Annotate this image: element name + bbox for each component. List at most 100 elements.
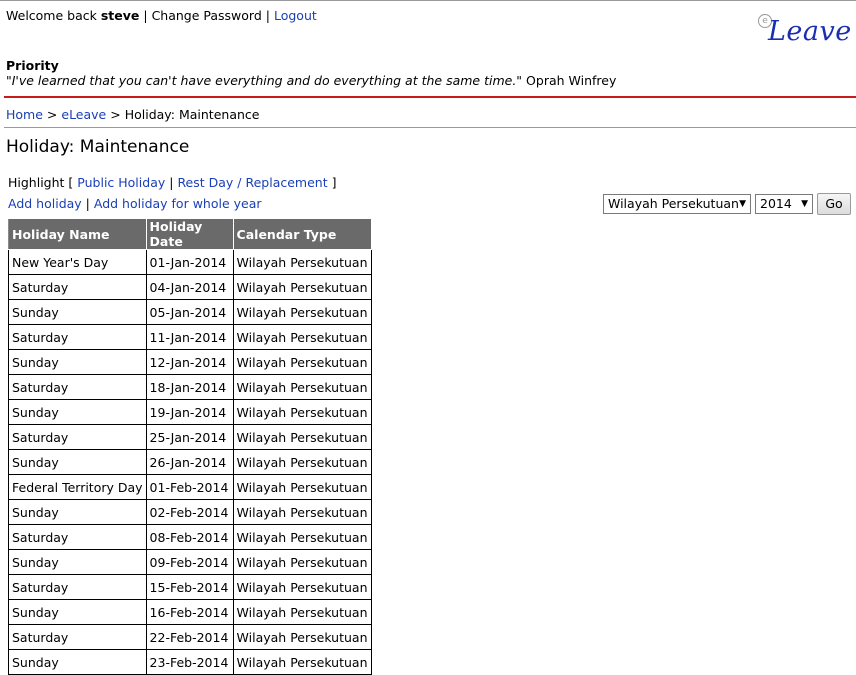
table-row[interactable]: Saturday 22-Feb-2014 Wilayah Persekutuan — [8, 624, 372, 650]
cell-calendar-type: Wilayah Persekutuan — [232, 449, 372, 475]
cell-holiday-date: 18-Jan-2014 — [145, 374, 234, 400]
cell-holiday-name: Sunday — [8, 499, 147, 525]
cell-holiday-name: New Year's Day — [8, 249, 147, 275]
cell-holiday-name: Saturday — [8, 524, 147, 550]
calendar-type-select[interactable]: Wilayah Persekutuan ▼ — [603, 194, 751, 214]
table-row[interactable]: Saturday 25-Jan-2014 Wilayah Persekutuan — [8, 424, 372, 450]
breadcrumb-eleave[interactable]: eLeave — [61, 107, 106, 122]
cell-holiday-date: 01-Feb-2014 — [145, 474, 234, 500]
table-row[interactable]: Sunday 19-Jan-2014 Wilayah Persekutuan — [8, 399, 372, 425]
logout-link[interactable]: Logout — [274, 8, 317, 23]
table-row[interactable]: Saturday 15-Feb-2014 Wilayah Persekutuan — [8, 574, 372, 600]
action-links: Add holiday | Add holiday for whole year — [8, 196, 262, 211]
cell-calendar-type: Wilayah Persekutuan — [232, 424, 372, 450]
page-title: Holiday: Maintenance — [6, 137, 190, 157]
table-row[interactable]: Sunday 12-Jan-2014 Wilayah Persekutuan — [8, 349, 372, 375]
top-border — [0, 0, 856, 1]
cell-holiday-date: 25-Jan-2014 — [145, 424, 234, 450]
cell-holiday-date: 12-Jan-2014 — [145, 349, 234, 375]
breadcrumb-divider — [4, 127, 856, 128]
cell-calendar-type: Wilayah Persekutuan — [232, 349, 372, 375]
username: steve — [100, 8, 140, 23]
table-row[interactable]: Saturday 08-Feb-2014 Wilayah Persekutuan — [8, 524, 372, 550]
table-row[interactable]: Sunday 26-Jan-2014 Wilayah Persekutuan — [8, 449, 372, 475]
cell-holiday-name: Sunday — [8, 449, 147, 475]
add-holiday-link[interactable]: Add holiday — [8, 196, 82, 211]
table-row[interactable]: Saturday 11-Jan-2014 Wilayah Persekutuan — [8, 324, 372, 350]
cell-calendar-type: Wilayah Persekutuan — [232, 324, 372, 350]
cell-holiday-date: 04-Jan-2014 — [145, 274, 234, 300]
cell-holiday-name: Sunday — [8, 299, 147, 325]
rest-day-link[interactable]: Rest Day / Replacement — [177, 175, 327, 190]
cell-holiday-date: 09-Feb-2014 — [145, 549, 234, 575]
cell-holiday-name: Saturday — [8, 574, 147, 600]
separator: | — [169, 175, 174, 190]
table-row[interactable]: Saturday 04-Jan-2014 Wilayah Persekutuan — [8, 274, 372, 300]
breadcrumb: Home > eLeave > Holiday: Maintenance — [6, 107, 259, 122]
cell-calendar-type: Wilayah Persekutuan — [232, 274, 372, 300]
separator: | — [265, 8, 270, 23]
column-header-holiday-date[interactable]: Holiday Date — [145, 218, 234, 250]
eleave-logo: e Leave — [756, 12, 851, 52]
cell-holiday-name: Sunday — [8, 349, 147, 375]
cell-calendar-type: Wilayah Persekutuan — [232, 249, 372, 275]
table-row[interactable]: Sunday 23-Feb-2014 Wilayah Persekutuan — [8, 649, 372, 675]
highlight-bar: Highlight [ Public Holiday | Rest Day / … — [8, 175, 337, 190]
table-row[interactable]: Sunday 16-Feb-2014 Wilayah Persekutuan — [8, 599, 372, 625]
cell-calendar-type: Wilayah Persekutuan — [232, 299, 372, 325]
priority-quote: "I've learned that you can't have everyt… — [6, 73, 616, 88]
cell-holiday-date: 02-Feb-2014 — [145, 499, 234, 525]
logo-text: Leave — [768, 16, 852, 47]
cell-holiday-date: 01-Jan-2014 — [145, 249, 234, 275]
table-row[interactable]: Federal Territory Day 01-Feb-2014 Wilayah … — [8, 474, 372, 500]
cell-calendar-type: Wilayah Persekutuan — [232, 599, 372, 625]
quote-author: Oprah Winfrey — [526, 73, 617, 88]
public-holiday-link[interactable]: Public Holiday — [77, 175, 165, 190]
cell-holiday-name: Saturday — [8, 624, 147, 650]
year-select[interactable]: 2014 ▼ — [755, 194, 813, 214]
cell-calendar-type: Wilayah Persekutuan — [232, 624, 372, 650]
go-button[interactable]: Go — [817, 193, 851, 215]
table-body: New Year's Day 01-Jan-2014 Wilayah Perseku… — [8, 249, 372, 675]
breadcrumb-current: Holiday: Maintenance — [124, 107, 260, 122]
table-row[interactable]: Sunday 09-Feb-2014 Wilayah Persekutuan — [8, 549, 372, 575]
priority-heading: Priority — [6, 58, 59, 73]
bracket-open: [ — [68, 175, 74, 190]
table-row[interactable]: Sunday 02-Feb-2014 Wilayah Persekutuan — [8, 499, 372, 525]
cell-holiday-name: Sunday — [8, 399, 147, 425]
add-whole-year-link[interactable]: Add holiday for whole year — [94, 196, 262, 211]
quote-text: "I've learned that you can't have everyt… — [6, 73, 523, 88]
column-header-calendar-type[interactable]: Calendar Type — [232, 218, 372, 250]
cell-holiday-name: Saturday — [8, 324, 147, 350]
column-header-holiday-name[interactable]: Holiday Name — [8, 218, 147, 250]
cell-holiday-date: 15-Feb-2014 — [145, 574, 234, 600]
user-bar: Welcome back steve | Change Password | L… — [6, 8, 317, 23]
cell-calendar-type: Wilayah Persekutuan — [232, 549, 372, 575]
breadcrumb-home[interactable]: Home — [6, 107, 43, 122]
cell-holiday-date: 08-Feb-2014 — [145, 524, 234, 550]
dropdown-arrow-icon: ▼ — [739, 199, 746, 209]
cell-calendar-type: Wilayah Persekutuan — [232, 499, 372, 525]
cell-holiday-date: 16-Feb-2014 — [145, 599, 234, 625]
table-header-row: Holiday Name Holiday Date Calendar Type — [8, 218, 372, 250]
table-row[interactable]: Saturday 18-Jan-2014 Wilayah Persekutuan — [8, 374, 372, 400]
welcome-text: Welcome back — [6, 8, 97, 23]
cell-holiday-name: Sunday — [8, 599, 147, 625]
table-row[interactable]: New Year's Day 01-Jan-2014 Wilayah Perseku… — [8, 249, 372, 275]
cell-holiday-name: Sunday — [8, 649, 147, 675]
cell-calendar-type: Wilayah Persekutuan — [232, 524, 372, 550]
cell-holiday-date: 19-Jan-2014 — [145, 399, 234, 425]
cell-calendar-type: Wilayah Persekutuan — [232, 474, 372, 500]
breadcrumb-separator: > — [110, 107, 121, 122]
cell-holiday-name: Saturday — [8, 274, 147, 300]
change-password-link[interactable]: Change Password — [152, 8, 262, 23]
cell-holiday-name: Federal Territory Day — [8, 474, 147, 500]
cell-holiday-name: Saturday — [8, 424, 147, 450]
table-row[interactable]: Sunday 05-Jan-2014 Wilayah Persekutuan — [8, 299, 372, 325]
cell-calendar-type: Wilayah Persekutuan — [232, 374, 372, 400]
cell-holiday-date: 22-Feb-2014 — [145, 624, 234, 650]
cell-holiday-name: Sunday — [8, 549, 147, 575]
holiday-table: Holiday Name Holiday Date Calendar Type … — [8, 218, 372, 675]
calendar-type-value: Wilayah Persekutuan — [608, 196, 739, 211]
cell-holiday-date: 11-Jan-2014 — [145, 324, 234, 350]
